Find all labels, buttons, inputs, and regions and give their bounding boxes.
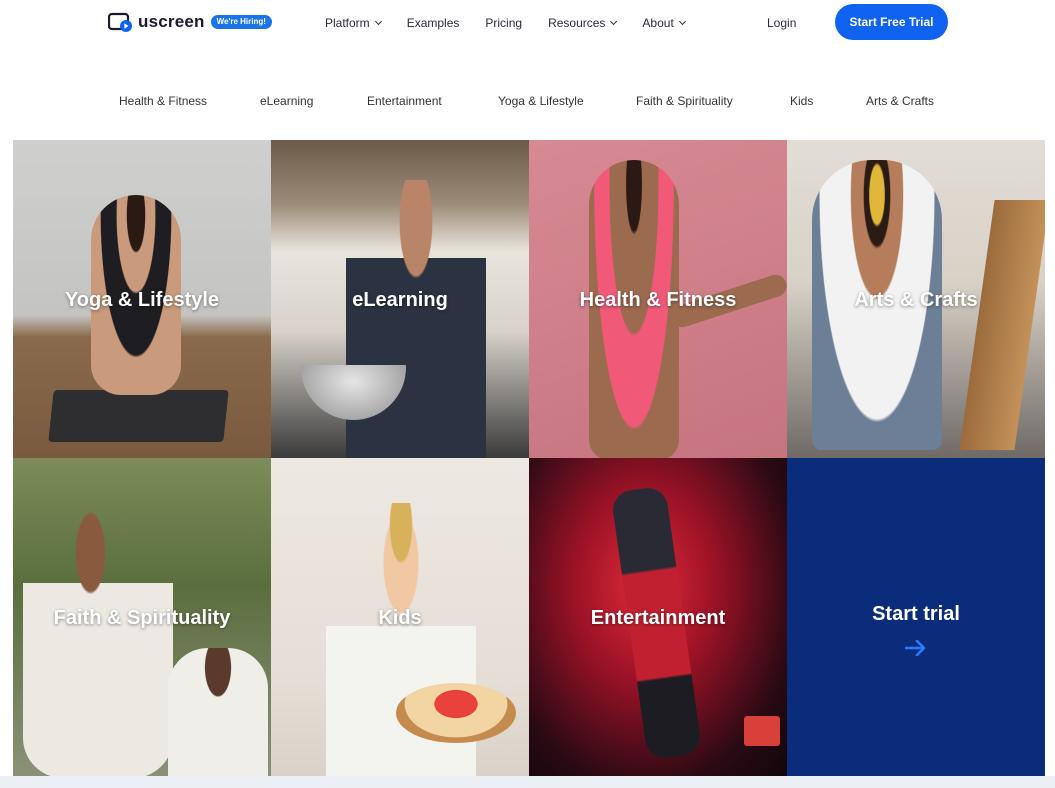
chevron-down-icon	[610, 17, 618, 26]
login-link[interactable]: Login	[767, 16, 796, 30]
nav-platform-label: Platform	[325, 16, 370, 30]
site-header: uscreen We're Hiring! Platform Examples …	[0, 0, 1055, 46]
category-health-fitness[interactable]: Health & Fitness	[119, 94, 207, 108]
tile-elearning[interactable]: eLearning	[271, 140, 529, 458]
logo-wordmark: uscreen	[138, 12, 205, 31]
category-nav: Health & Fitness eLearning Entertainment…	[0, 94, 1055, 110]
tile-label: Entertainment	[590, 607, 726, 629]
nav-pricing-label: Pricing	[485, 16, 523, 30]
tile-kids[interactable]: Kids	[271, 458, 529, 776]
category-arts-crafts[interactable]: Arts & Crafts	[866, 94, 934, 108]
stage-light-icon	[744, 716, 780, 746]
main-nav: Platform Examples Pricing Resources Abou…	[325, 16, 711, 30]
tile-arts-crafts[interactable]: Arts & Crafts	[787, 140, 1045, 458]
category-yoga-lifestyle[interactable]: Yoga & Lifestyle	[498, 94, 584, 108]
tile-health-fitness[interactable]: Health & Fitness	[529, 140, 787, 458]
tile-label: Arts & Crafts	[854, 289, 978, 311]
chevron-down-icon	[374, 17, 382, 26]
tile-entertainment[interactable]: Entertainment	[529, 458, 787, 776]
nav-resources-label: Resources	[548, 16, 606, 30]
nav-platform[interactable]: Platform	[325, 16, 382, 30]
category-kids[interactable]: Kids	[790, 94, 813, 108]
cake	[396, 683, 516, 743]
faith-person-background	[168, 648, 268, 776]
nav-pricing[interactable]: Pricing	[485, 16, 522, 30]
nav-about-label: About	[642, 16, 674, 30]
start-trial-label: Start trial	[872, 603, 960, 625]
tile-faith-spirituality[interactable]: Faith & Spirituality	[13, 458, 271, 776]
category-elearning[interactable]: eLearning	[260, 94, 313, 108]
tile-label: Yoga & Lifestyle	[64, 289, 220, 311]
start-free-trial-button[interactable]: Start Free Trial	[835, 4, 948, 40]
tile-yoga-lifestyle[interactable]: Yoga & Lifestyle	[13, 140, 271, 458]
tile-label: Faith & Spirituality	[53, 607, 231, 629]
category-grid: Yoga & Lifestyle eLearning Health & Fitn…	[13, 140, 1045, 776]
tile-label: Health & Fitness	[579, 289, 737, 311]
tile-start-trial[interactable]: Start trial	[787, 458, 1045, 776]
category-faith-spirituality[interactable]: Faith & Spirituality	[636, 94, 733, 108]
yoga-mat	[48, 390, 229, 442]
chevron-down-icon	[678, 17, 686, 26]
nav-resources[interactable]: Resources	[548, 16, 618, 30]
tile-label: Kids	[378, 607, 422, 629]
arrow-right-icon	[905, 640, 926, 656]
nav-examples-label: Examples	[406, 16, 460, 30]
nav-examples[interactable]: Examples	[407, 16, 460, 30]
category-entertainment[interactable]: Entertainment	[367, 94, 442, 108]
uscreen-logo[interactable]: uscreen We're Hiring!	[107, 11, 272, 33]
hiring-badge[interactable]: We're Hiring!	[210, 15, 272, 29]
uscreen-logo-icon	[107, 11, 134, 33]
nav-about[interactable]: About	[642, 16, 686, 30]
page-footer-edge	[0, 776, 1055, 788]
tile-label: eLearning	[352, 289, 448, 311]
